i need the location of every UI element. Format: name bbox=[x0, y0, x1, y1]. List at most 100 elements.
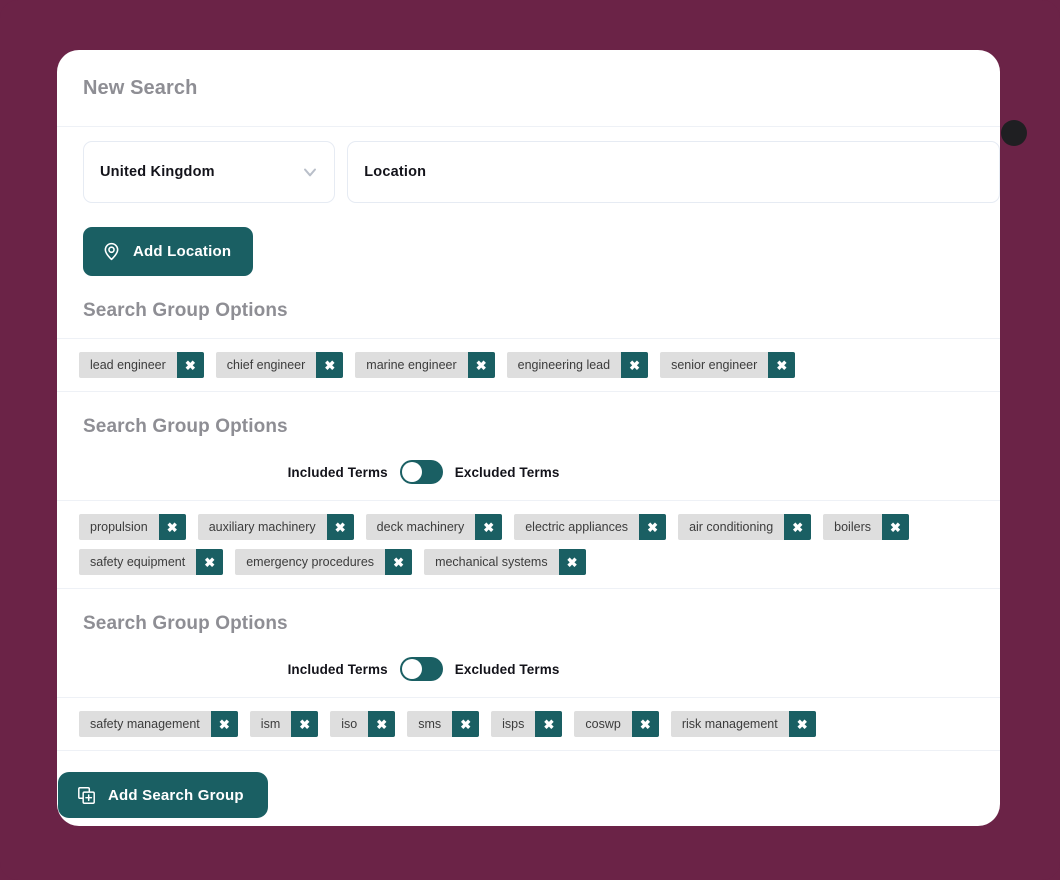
remove-tag-icon[interactable]: ✖ bbox=[475, 514, 503, 540]
tag-label: isps bbox=[502, 717, 525, 731]
remove-tag-icon[interactable]: ✖ bbox=[291, 711, 319, 737]
search-group-1: Search Group Options lead engineer ✖ chi… bbox=[57, 276, 1000, 392]
page-background: New Search United Kingdom Location Add L… bbox=[0, 0, 1060, 880]
list-item[interactable]: isps ✖ bbox=[491, 711, 563, 737]
search-group-2-tags: propulsion ✖ auxiliary machinery ✖ deck … bbox=[57, 500, 1000, 589]
search-group-2-terms-toggle-row: Included Terms Excluded Terms bbox=[57, 438, 1000, 484]
list-item[interactable]: emergency procedures ✖ bbox=[235, 549, 413, 575]
remove-tag-icon[interactable]: ✖ bbox=[639, 514, 667, 540]
tag-label: coswp bbox=[585, 717, 621, 731]
page-title: New Search bbox=[83, 76, 198, 99]
list-item[interactable]: ism ✖ bbox=[249, 711, 319, 737]
included-terms-label: Included Terms bbox=[287, 464, 388, 480]
list-item[interactable]: marine engineer ✖ bbox=[355, 352, 495, 378]
list-item[interactable]: senior engineer ✖ bbox=[660, 352, 796, 378]
remove-tag-icon[interactable]: ✖ bbox=[368, 711, 396, 737]
toggle-knob bbox=[401, 462, 422, 482]
new-search-card: New Search United Kingdom Location Add L… bbox=[57, 50, 1027, 826]
tag-label: deck machinery bbox=[376, 520, 465, 534]
list-item[interactable]: coswp ✖ bbox=[574, 711, 659, 737]
add-copy-icon bbox=[76, 785, 97, 806]
tag-label: propulsion bbox=[90, 520, 148, 534]
map-pin-icon bbox=[101, 241, 122, 262]
remove-tag-icon[interactable]: ✖ bbox=[326, 514, 354, 540]
list-item[interactable]: boilers ✖ bbox=[823, 514, 909, 540]
remove-tag-icon[interactable]: ✖ bbox=[881, 514, 909, 540]
tag-label: sms bbox=[418, 717, 442, 731]
list-item[interactable]: chief engineer ✖ bbox=[215, 352, 344, 378]
card-header: New Search bbox=[57, 50, 1000, 126]
tag-label: safety equipment bbox=[90, 555, 186, 569]
tag-label: ism bbox=[260, 717, 281, 731]
country-select-value: United Kingdom bbox=[100, 164, 215, 180]
list-item[interactable]: auxiliary machinery ✖ bbox=[197, 514, 354, 540]
list-item[interactable]: engineering lead ✖ bbox=[506, 352, 649, 378]
search-group-2: Search Group Options Included Terms Excl… bbox=[57, 392, 1000, 589]
remove-tag-icon[interactable]: ✖ bbox=[210, 711, 238, 737]
remove-tag-icon[interactable]: ✖ bbox=[784, 514, 812, 540]
remove-tag-icon[interactable]: ✖ bbox=[385, 549, 413, 575]
remove-tag-icon[interactable]: ✖ bbox=[452, 711, 480, 737]
tag-label: engineering lead bbox=[517, 358, 611, 372]
list-item[interactable]: electric appliances ✖ bbox=[514, 514, 667, 540]
location-input-placeholder: Location bbox=[364, 164, 427, 180]
list-item[interactable]: risk management ✖ bbox=[670, 711, 816, 737]
list-item[interactable]: lead engineer ✖ bbox=[79, 352, 204, 378]
remove-tag-icon[interactable]: ✖ bbox=[176, 352, 204, 378]
add-location-button[interactable]: Add Location bbox=[83, 227, 254, 276]
close-icon[interactable] bbox=[1001, 120, 1027, 146]
list-item[interactable]: iso ✖ bbox=[330, 711, 396, 737]
tag-label: lead engineer bbox=[90, 358, 166, 372]
remove-tag-icon[interactable]: ✖ bbox=[467, 352, 495, 378]
location-row: United Kingdom Location bbox=[57, 127, 1000, 203]
tag-label: senior engineer bbox=[671, 358, 758, 372]
tag-label: mechanical systems bbox=[435, 555, 548, 569]
list-item[interactable]: mechanical systems ✖ bbox=[424, 549, 586, 575]
add-location-button-label: Add Location bbox=[133, 243, 232, 260]
list-item[interactable]: sms ✖ bbox=[407, 711, 480, 737]
chevron-down-icon bbox=[300, 162, 320, 182]
remove-tag-icon[interactable]: ✖ bbox=[316, 352, 344, 378]
tag-label: risk management bbox=[681, 717, 778, 731]
card-footer: Add Search Group bbox=[57, 751, 1000, 818]
remove-tag-icon[interactable]: ✖ bbox=[768, 352, 796, 378]
excluded-terms-label: Excluded Terms bbox=[454, 661, 560, 677]
add-location-row: Add Location bbox=[57, 203, 1000, 276]
included-terms-label: Included Terms bbox=[287, 661, 388, 677]
list-item[interactable]: propulsion ✖ bbox=[79, 514, 186, 540]
location-input[interactable]: Location bbox=[347, 141, 1000, 203]
search-group-1-tags: lead engineer ✖ chief engineer ✖ marine … bbox=[57, 338, 1000, 392]
tag-label: safety management bbox=[90, 717, 200, 731]
remove-tag-icon[interactable]: ✖ bbox=[196, 549, 224, 575]
search-group-1-title: Search Group Options bbox=[83, 300, 288, 321]
tag-label: emergency procedures bbox=[246, 555, 375, 569]
terms-toggle[interactable] bbox=[399, 460, 443, 484]
remove-tag-icon[interactable]: ✖ bbox=[788, 711, 816, 737]
remove-tag-icon[interactable]: ✖ bbox=[631, 711, 659, 737]
remove-tag-icon[interactable]: ✖ bbox=[558, 549, 586, 575]
remove-tag-icon[interactable]: ✖ bbox=[535, 711, 563, 737]
search-group-3-title: Search Group Options bbox=[83, 613, 288, 634]
list-item[interactable]: safety management ✖ bbox=[79, 711, 238, 737]
search-group-3-tags: safety management ✖ ism ✖ iso ✖ sms ✖ is… bbox=[57, 697, 1000, 751]
list-item[interactable]: deck machinery ✖ bbox=[365, 514, 503, 540]
tag-label: boilers bbox=[834, 520, 871, 534]
list-item[interactable]: safety equipment ✖ bbox=[79, 549, 224, 575]
tag-label: auxiliary machinery bbox=[208, 520, 316, 534]
tag-label: chief engineer bbox=[226, 358, 306, 372]
search-group-3: Search Group Options Included Terms Excl… bbox=[57, 589, 1000, 751]
tag-label: air conditioning bbox=[689, 520, 774, 534]
add-search-group-button[interactable]: Add Search Group bbox=[58, 772, 268, 818]
add-search-group-button-label: Add Search Group bbox=[108, 786, 244, 804]
search-group-2-title: Search Group Options bbox=[83, 416, 288, 437]
search-group-3-terms-toggle-row: Included Terms Excluded Terms bbox=[57, 635, 1000, 681]
excluded-terms-label: Excluded Terms bbox=[454, 464, 560, 480]
tag-label: iso bbox=[341, 717, 358, 731]
toggle-knob bbox=[401, 659, 422, 679]
terms-toggle[interactable] bbox=[399, 657, 443, 681]
remove-tag-icon[interactable]: ✖ bbox=[621, 352, 649, 378]
remove-tag-icon[interactable]: ✖ bbox=[158, 514, 186, 540]
list-item[interactable]: air conditioning ✖ bbox=[678, 514, 812, 540]
country-select[interactable]: United Kingdom bbox=[83, 141, 336, 203]
tag-label: marine engineer bbox=[366, 358, 457, 372]
